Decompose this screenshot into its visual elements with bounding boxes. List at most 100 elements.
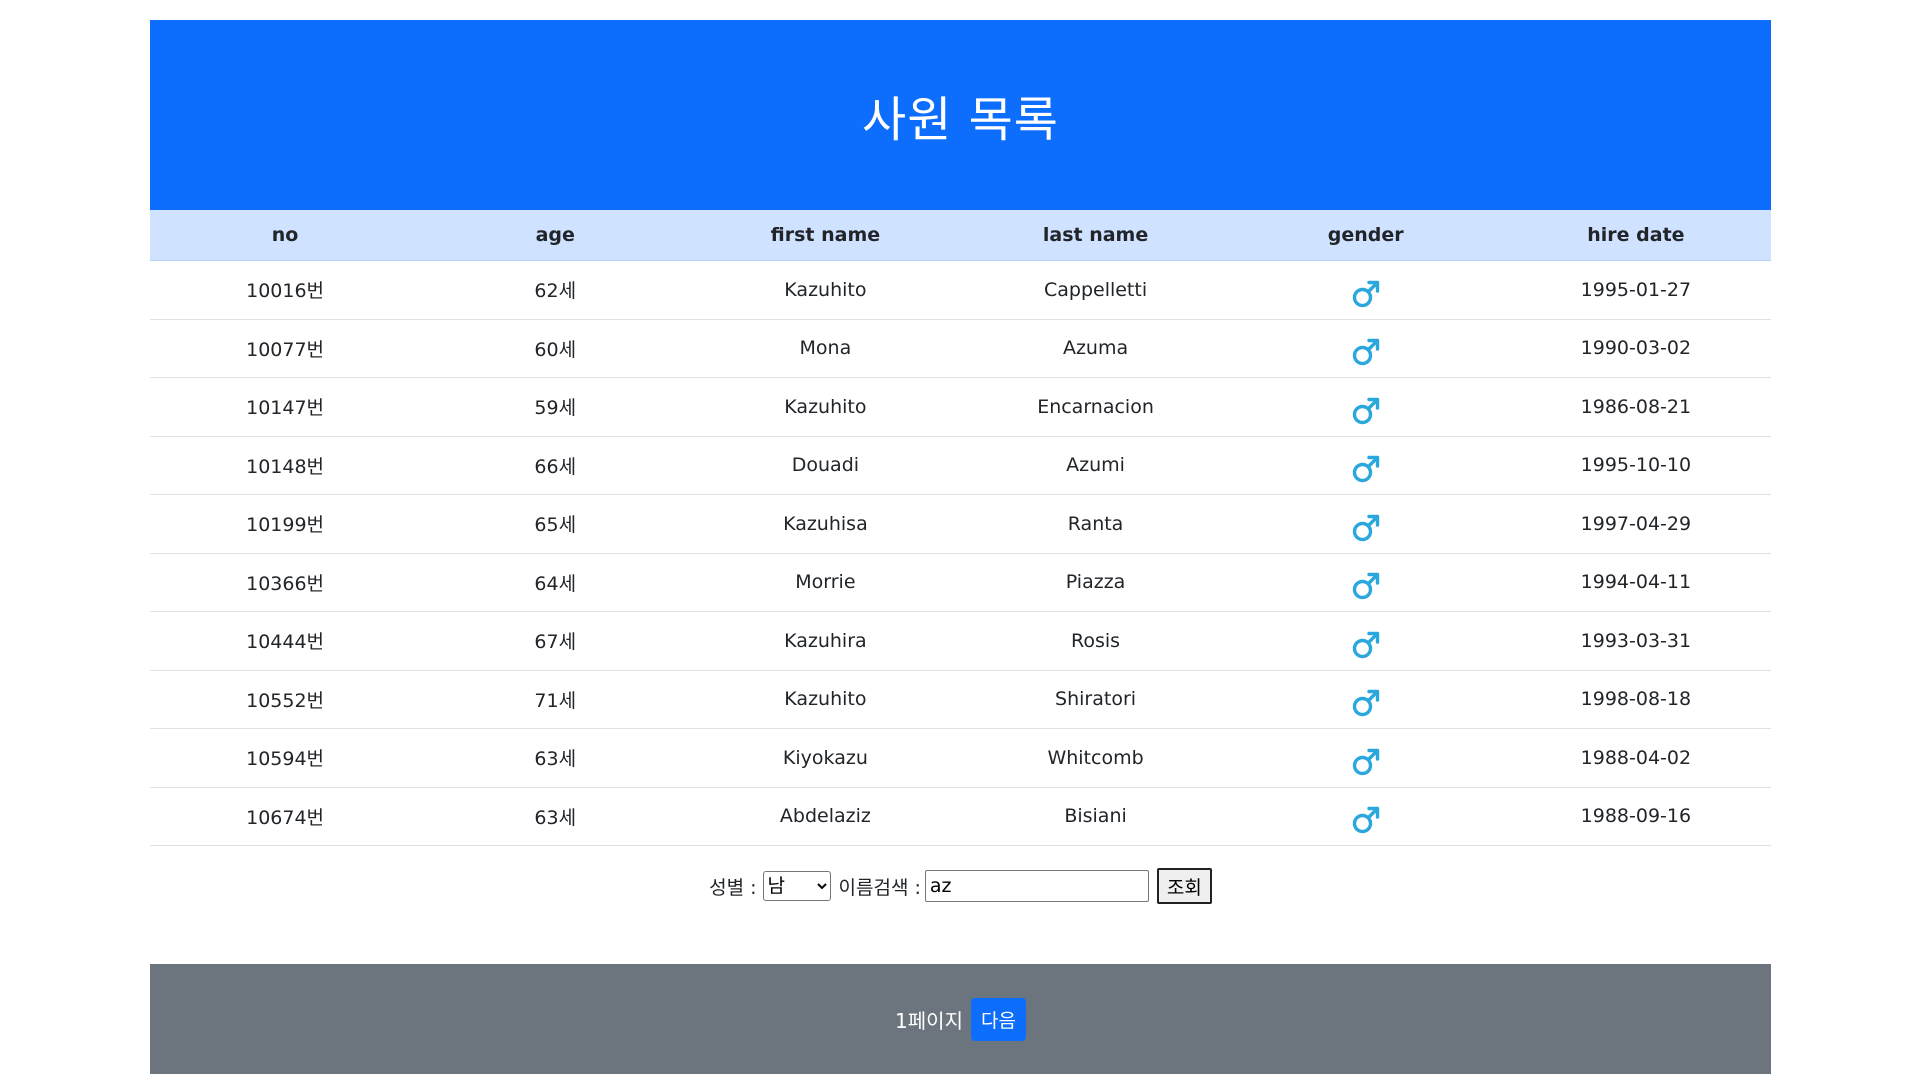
cell-age: 67세 (420, 611, 691, 671)
cell-first-name: Mona (690, 319, 961, 378)
footer-pagination: 1페이지 다음 (150, 964, 1771, 1074)
cell-gender (1230, 611, 1501, 671)
cell-hire-date: 1997-04-29 (1500, 494, 1771, 554)
male-symbol-icon (1351, 279, 1381, 309)
cell-no: 10552번 (150, 670, 421, 729)
cell-gender (1230, 436, 1501, 495)
cell-no: 10077번 (150, 319, 421, 378)
cell-last-name: Azuma (960, 319, 1231, 378)
cell-first-name: Douadi (690, 436, 961, 495)
cell-no: 10366번 (150, 553, 421, 612)
cell-gender (1230, 319, 1501, 378)
column-header-last-name: last name (960, 210, 1231, 261)
cell-gender (1230, 260, 1501, 320)
table-row: 10077번 60세 Mona Azuma 1990-03-02 (150, 319, 1771, 378)
cell-last-name: Cappelletti (960, 260, 1231, 320)
cell-age: 59세 (420, 377, 691, 437)
male-symbol-icon (1351, 337, 1381, 367)
column-header-first-name: first name (690, 210, 961, 261)
cell-first-name: Kazuhisa (690, 494, 961, 554)
search-form: 성별 : 남 이름검색 : 조회 (150, 846, 1771, 926)
male-symbol-icon (1351, 454, 1381, 484)
page-container: 사원 목록 no age first name last name gender… (150, 20, 1771, 1074)
cell-age: 63세 (420, 787, 691, 846)
cell-last-name: Shiratori (960, 670, 1231, 729)
cell-first-name: Kiyokazu (690, 728, 961, 788)
cell-hire-date: 1988-04-02 (1500, 728, 1771, 788)
cell-last-name: Ranta (960, 494, 1231, 554)
cell-last-name: Encarnacion (960, 377, 1231, 437)
search-submit-button[interactable]: 조회 (1156, 868, 1212, 904)
cell-first-name: Morrie (690, 553, 961, 612)
table-row: 10147번 59세 Kazuhito Encarnacion 1986-08-21 (150, 377, 1771, 437)
cell-gender (1230, 787, 1501, 846)
cell-age: 60세 (420, 319, 691, 378)
gender-label: 성별 : (709, 876, 757, 899)
cell-hire-date: 1986-08-21 (1500, 377, 1771, 437)
name-search-label: 이름검색 : (838, 876, 921, 899)
cell-last-name: Rosis (960, 611, 1231, 671)
cell-no: 10148번 (150, 436, 421, 495)
name-search-input[interactable] (924, 870, 1149, 902)
cell-no: 10016번 (150, 260, 421, 320)
table-header-row: no age first name last name gender hire … (150, 210, 1771, 261)
cell-no: 10594번 (150, 728, 421, 788)
cell-gender (1230, 670, 1501, 729)
cell-age: 71세 (420, 670, 691, 729)
cell-last-name: Azumi (960, 436, 1231, 495)
male-symbol-icon (1351, 513, 1381, 543)
employee-table: no age first name last name gender hire … (150, 210, 1771, 846)
column-header-age: age (420, 210, 691, 261)
column-header-hire-date: hire date (1500, 210, 1771, 261)
cell-hire-date: 1995-01-27 (1500, 260, 1771, 320)
table-body: 10016번 62세 Kazuhito Cappelletti 1995-01-27 10… (150, 260, 1771, 846)
cell-age: 62세 (420, 260, 691, 320)
table-row: 10674번 63세 Abdelaziz Bisiani 1988-09-16 (150, 787, 1771, 846)
cell-no: 10147번 (150, 377, 421, 437)
cell-age: 65세 (420, 494, 691, 554)
cell-first-name: Kazuhito (690, 260, 961, 320)
cell-hire-date: 1998-08-18 (1500, 670, 1771, 729)
cell-last-name: Whitcomb (960, 728, 1231, 788)
cell-hire-date: 1994-04-11 (1500, 553, 1771, 612)
cell-age: 64세 (420, 553, 691, 612)
cell-age: 66세 (420, 436, 691, 495)
male-symbol-icon (1351, 688, 1381, 718)
male-symbol-icon (1351, 630, 1381, 660)
male-symbol-icon (1351, 747, 1381, 777)
cell-gender (1230, 377, 1501, 437)
table-row: 10444번 67세 Kazuhira Rosis 1993-03-31 (150, 611, 1771, 671)
male-symbol-icon (1351, 805, 1381, 835)
cell-hire-date: 1988-09-16 (1500, 787, 1771, 846)
table-row: 10148번 66세 Douadi Azumi 1995-10-10 (150, 436, 1771, 495)
male-symbol-icon (1351, 396, 1381, 426)
cell-first-name: Abdelaziz (690, 787, 961, 846)
page-title: 사원 목록 (862, 92, 1059, 148)
table-row: 10366번 64세 Morrie Piazza 1994-04-11 (150, 553, 1771, 612)
column-header-no: no (150, 210, 421, 261)
cell-no: 10674번 (150, 787, 421, 846)
cell-gender (1230, 494, 1501, 554)
cell-no: 10444번 (150, 611, 421, 671)
table-row: 10199번 65세 Kazuhisa Ranta 1997-04-29 (150, 494, 1771, 554)
cell-first-name: Kazuhito (690, 377, 961, 437)
next-page-button[interactable]: 다음 (970, 997, 1026, 1041)
cell-last-name: Bisiani (960, 787, 1231, 846)
male-symbol-icon (1351, 571, 1381, 601)
table-head: no age first name last name gender hire … (150, 210, 1771, 261)
cell-last-name: Piazza (960, 553, 1231, 612)
cell-age: 63세 (420, 728, 691, 788)
table-row: 10552번 71세 Kazuhito Shiratori 1998-08-18 (150, 670, 1771, 729)
column-header-gender: gender (1230, 210, 1501, 261)
cell-first-name: Kazuhito (690, 670, 961, 729)
cell-hire-date: 1995-10-10 (1500, 436, 1771, 495)
cell-first-name: Kazuhira (690, 611, 961, 671)
table-row: 10594번 63세 Kiyokazu Whitcomb 1988-04-02 (150, 728, 1771, 788)
cell-gender (1230, 728, 1501, 788)
cell-gender (1230, 553, 1501, 612)
gender-select[interactable]: 남 (762, 871, 831, 901)
cell-hire-date: 1990-03-02 (1500, 319, 1771, 378)
header-banner: 사원 목록 (150, 20, 1771, 210)
cell-hire-date: 1993-03-31 (1500, 611, 1771, 671)
table-row: 10016번 62세 Kazuhito Cappelletti 1995-01-27 (150, 260, 1771, 320)
